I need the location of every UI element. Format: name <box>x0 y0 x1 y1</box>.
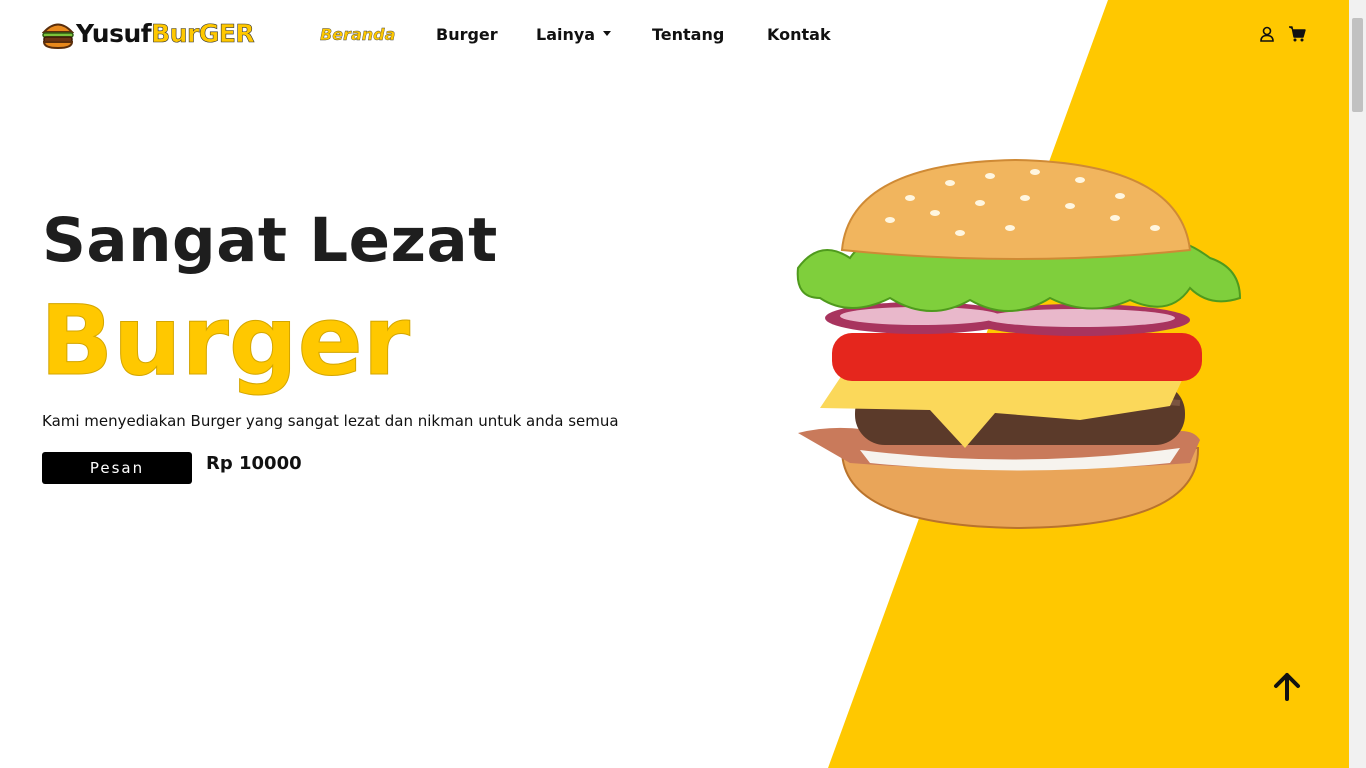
hero-description: Kami menyediakan Burger yang sangat leza… <box>42 412 619 430</box>
price-label: Rp 10000 <box>206 453 302 474</box>
nav-icons <box>1258 25 1306 43</box>
brand-name-part2: BurGER <box>151 19 255 49</box>
cart-icon[interactable] <box>1288 25 1306 43</box>
navbar: YusufBurGER Beranda Burger Lainya Tentan… <box>0 0 1349 70</box>
brand-name-part1: Yusuf <box>76 19 152 48</box>
burger-image <box>796 158 1242 530</box>
nav-link-kontak[interactable]: Kontak <box>767 24 831 46</box>
user-icon[interactable] <box>1258 25 1276 43</box>
nav-dropdown-label: Lainya <box>536 25 596 44</box>
page-scrollbar[interactable] <box>1349 0 1366 768</box>
brand-logo[interactable]: YusufBurGER <box>42 16 255 52</box>
nav-link-beranda[interactable]: Beranda <box>320 24 396 46</box>
caret-down-icon <box>603 31 612 36</box>
nav-link-tentang[interactable]: Tentang <box>652 24 724 46</box>
hero-subtitle: Burger <box>39 285 411 397</box>
burger-logo-icon <box>42 23 74 49</box>
order-button[interactable]: Pesan <box>42 452 192 484</box>
nav-link-burger[interactable]: Burger <box>436 24 498 46</box>
back-to-top-arrow-icon[interactable] <box>1269 668 1305 704</box>
nav-dropdown-lainya[interactable]: Lainya <box>536 24 612 46</box>
hero-title: Sangat Lezat <box>42 205 498 276</box>
scrollbar-thumb[interactable] <box>1352 18 1363 112</box>
